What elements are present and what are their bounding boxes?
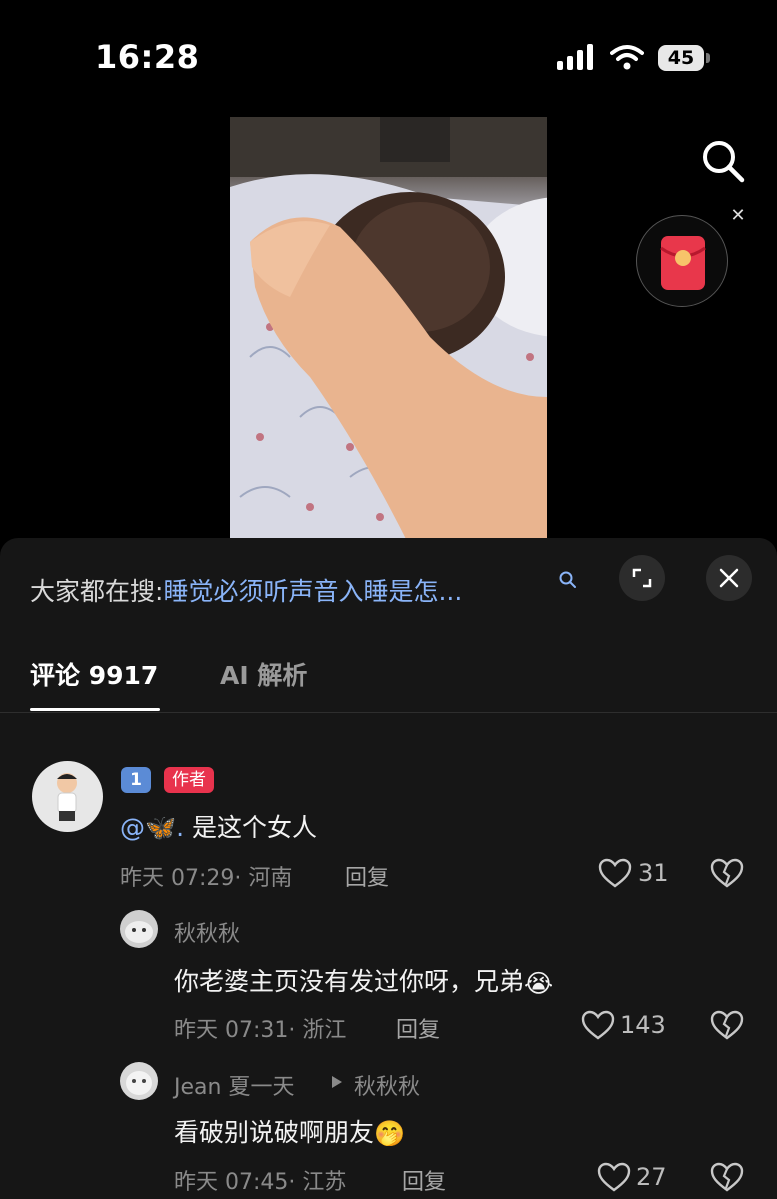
avatar[interactable] [32,761,103,832]
level-badge: 1 [121,767,151,793]
red-packet-icon [660,236,706,290]
expand-icon [632,568,652,588]
status-time: 16:28 [95,38,200,76]
comment-text: @🦋. 是这个女人 [120,808,317,844]
comment-text: 看破别说破啊朋友🤭 [174,1113,405,1149]
video-player[interactable] [230,117,547,547]
dislike-icon[interactable] [710,1162,744,1192]
hot-search-query[interactable]: 睡觉必须听声音入睡是怎... [163,577,462,606]
avatar-image [57,773,77,821]
expand-button[interactable] [619,555,665,601]
crying-emoji-icon: 😭 [524,968,554,998]
reply-button[interactable]: 回复 [345,860,389,892]
dislike-icon[interactable] [710,858,744,888]
comment-text: 你老婆主页没有发过你呀，兄弟😭 [174,962,553,998]
author-badge: 作者 [164,767,214,793]
comment-panel: 大家都在搜:睡觉必须听声音入睡是怎... 评论 9917 AI 解析 1 作者 … [0,538,777,1199]
red-packet-button[interactable] [636,215,728,307]
wifi-icon [610,45,644,70]
signal-icon [557,44,593,70]
battery-indicator: 45 [658,45,710,71]
avatar-image [126,1071,152,1095]
video-frame-image [230,117,547,547]
reply-to-name[interactable]: 秋秋秋 [354,1069,420,1101]
comment-body: 你老婆主页没有发过你呀，兄弟 [174,967,525,996]
comment-body: 看破别说破啊朋友 [174,1118,375,1147]
like-heart-icon[interactable] [598,858,632,888]
search-icon[interactable] [700,138,746,184]
reply-arrow-icon [332,1076,342,1088]
reply-button[interactable]: 回复 [402,1164,446,1196]
tab-ai-analysis[interactable]: AI 解析 [220,656,307,692]
hot-search-bar[interactable]: 大家都在搜:睡觉必须听声音入睡是怎... [30,572,462,608]
avatar[interactable] [120,1062,158,1100]
search-icon[interactable] [558,570,578,590]
avatar-image [125,921,153,943]
comment-meta: 昨天 07:45· 江苏 [174,1170,347,1195]
like-count: 31 [638,859,669,887]
like-heart-icon[interactable] [581,1010,615,1040]
laughing-emoji-icon: 🤭 [374,1119,406,1148]
hot-search-prefix: 大家都在搜: [30,577,164,606]
like-count: 143 [620,1011,666,1039]
comment-body: 是这个女人 [184,813,318,842]
like-count: 27 [636,1163,667,1191]
mention-link[interactable]: @🦋. [120,813,184,842]
avatar[interactable] [120,910,158,948]
tab-comments[interactable]: 评论 9917 [30,656,158,692]
close-panel-button[interactable] [706,555,752,601]
comment-meta: 昨天 07:31· 浙江 [174,1018,347,1043]
like-heart-icon[interactable] [597,1162,631,1192]
active-tab-indicator [30,708,160,711]
status-bar: 16:28 45 [0,0,777,110]
comment-meta: 昨天 07:29· 河南 [120,866,293,891]
commenter-name[interactable]: 秋秋秋 [174,916,240,948]
reply-button[interactable]: 回复 [396,1012,440,1044]
close-icon [719,568,739,588]
dislike-icon[interactable] [710,1010,744,1040]
divider [0,712,777,713]
commenter-name[interactable]: Jean 夏一天 [174,1069,294,1101]
